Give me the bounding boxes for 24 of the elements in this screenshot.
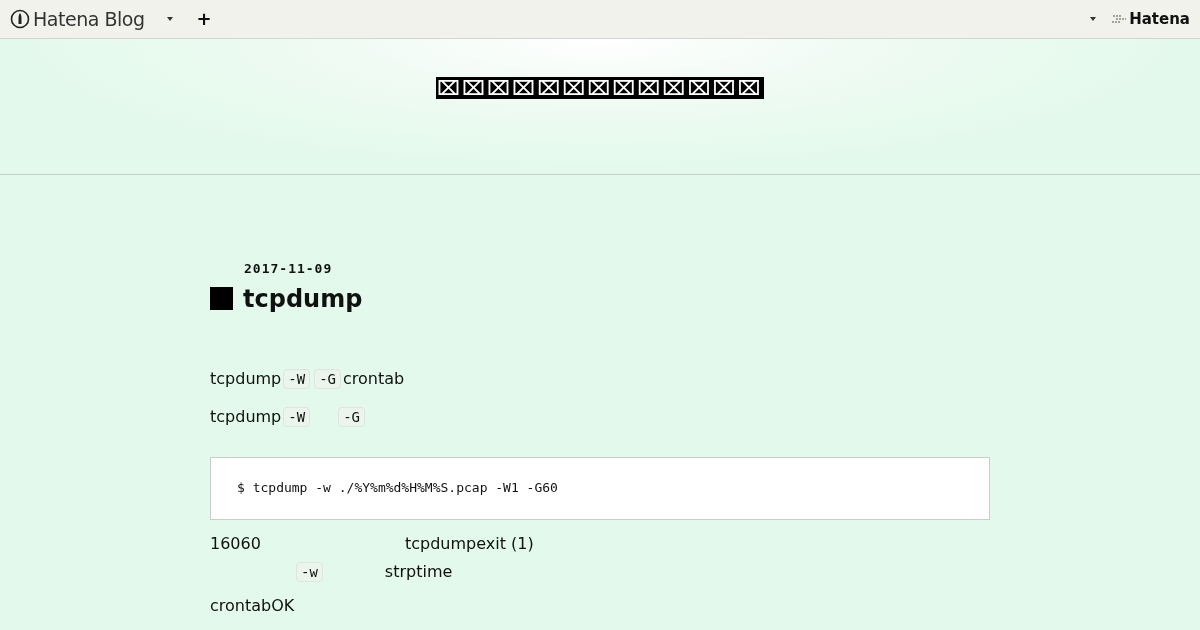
body-text: tcpdumpexit (1)	[404, 532, 534, 555]
add-button[interactable]: +	[196, 10, 212, 28]
brand-link[interactable]: Hatena Blog	[33, 4, 145, 34]
title-square-icon	[210, 287, 233, 310]
entry-title[interactable]: tcpdump	[243, 280, 363, 317]
inline-code: -G	[338, 406, 365, 427]
body-text: crontabOK	[210, 594, 295, 617]
inline-code: -W	[283, 368, 311, 389]
code-block: $ tcpdump -w ./%Y%m%d%H%M%S.pcap -W1 -G60	[210, 456, 990, 520]
body-text: strptime	[384, 560, 453, 583]
caret-icon[interactable]	[166, 17, 173, 21]
logo-icon	[10, 9, 30, 29]
body-text: 16060	[210, 532, 261, 555]
inline-code: -G	[314, 368, 341, 389]
caret-icon[interactable]	[1090, 17, 1097, 21]
account-link[interactable]: Hatena	[1129, 7, 1190, 31]
blog-title[interactable]: ⌧⌧⌧⌧⌧⌧⌧⌧⌧⌧⌧⌧⌧	[436, 76, 764, 99]
body-text: tcpdump	[210, 367, 282, 390]
entry-date[interactable]: 2017-11-09	[244, 259, 990, 279]
body-text: tcpdump	[210, 405, 282, 428]
body-text: crontab	[343, 367, 405, 390]
inline-code: -w	[296, 561, 323, 582]
inline-code: -W	[283, 406, 311, 427]
hatena-logo-icon	[1112, 14, 1127, 24]
